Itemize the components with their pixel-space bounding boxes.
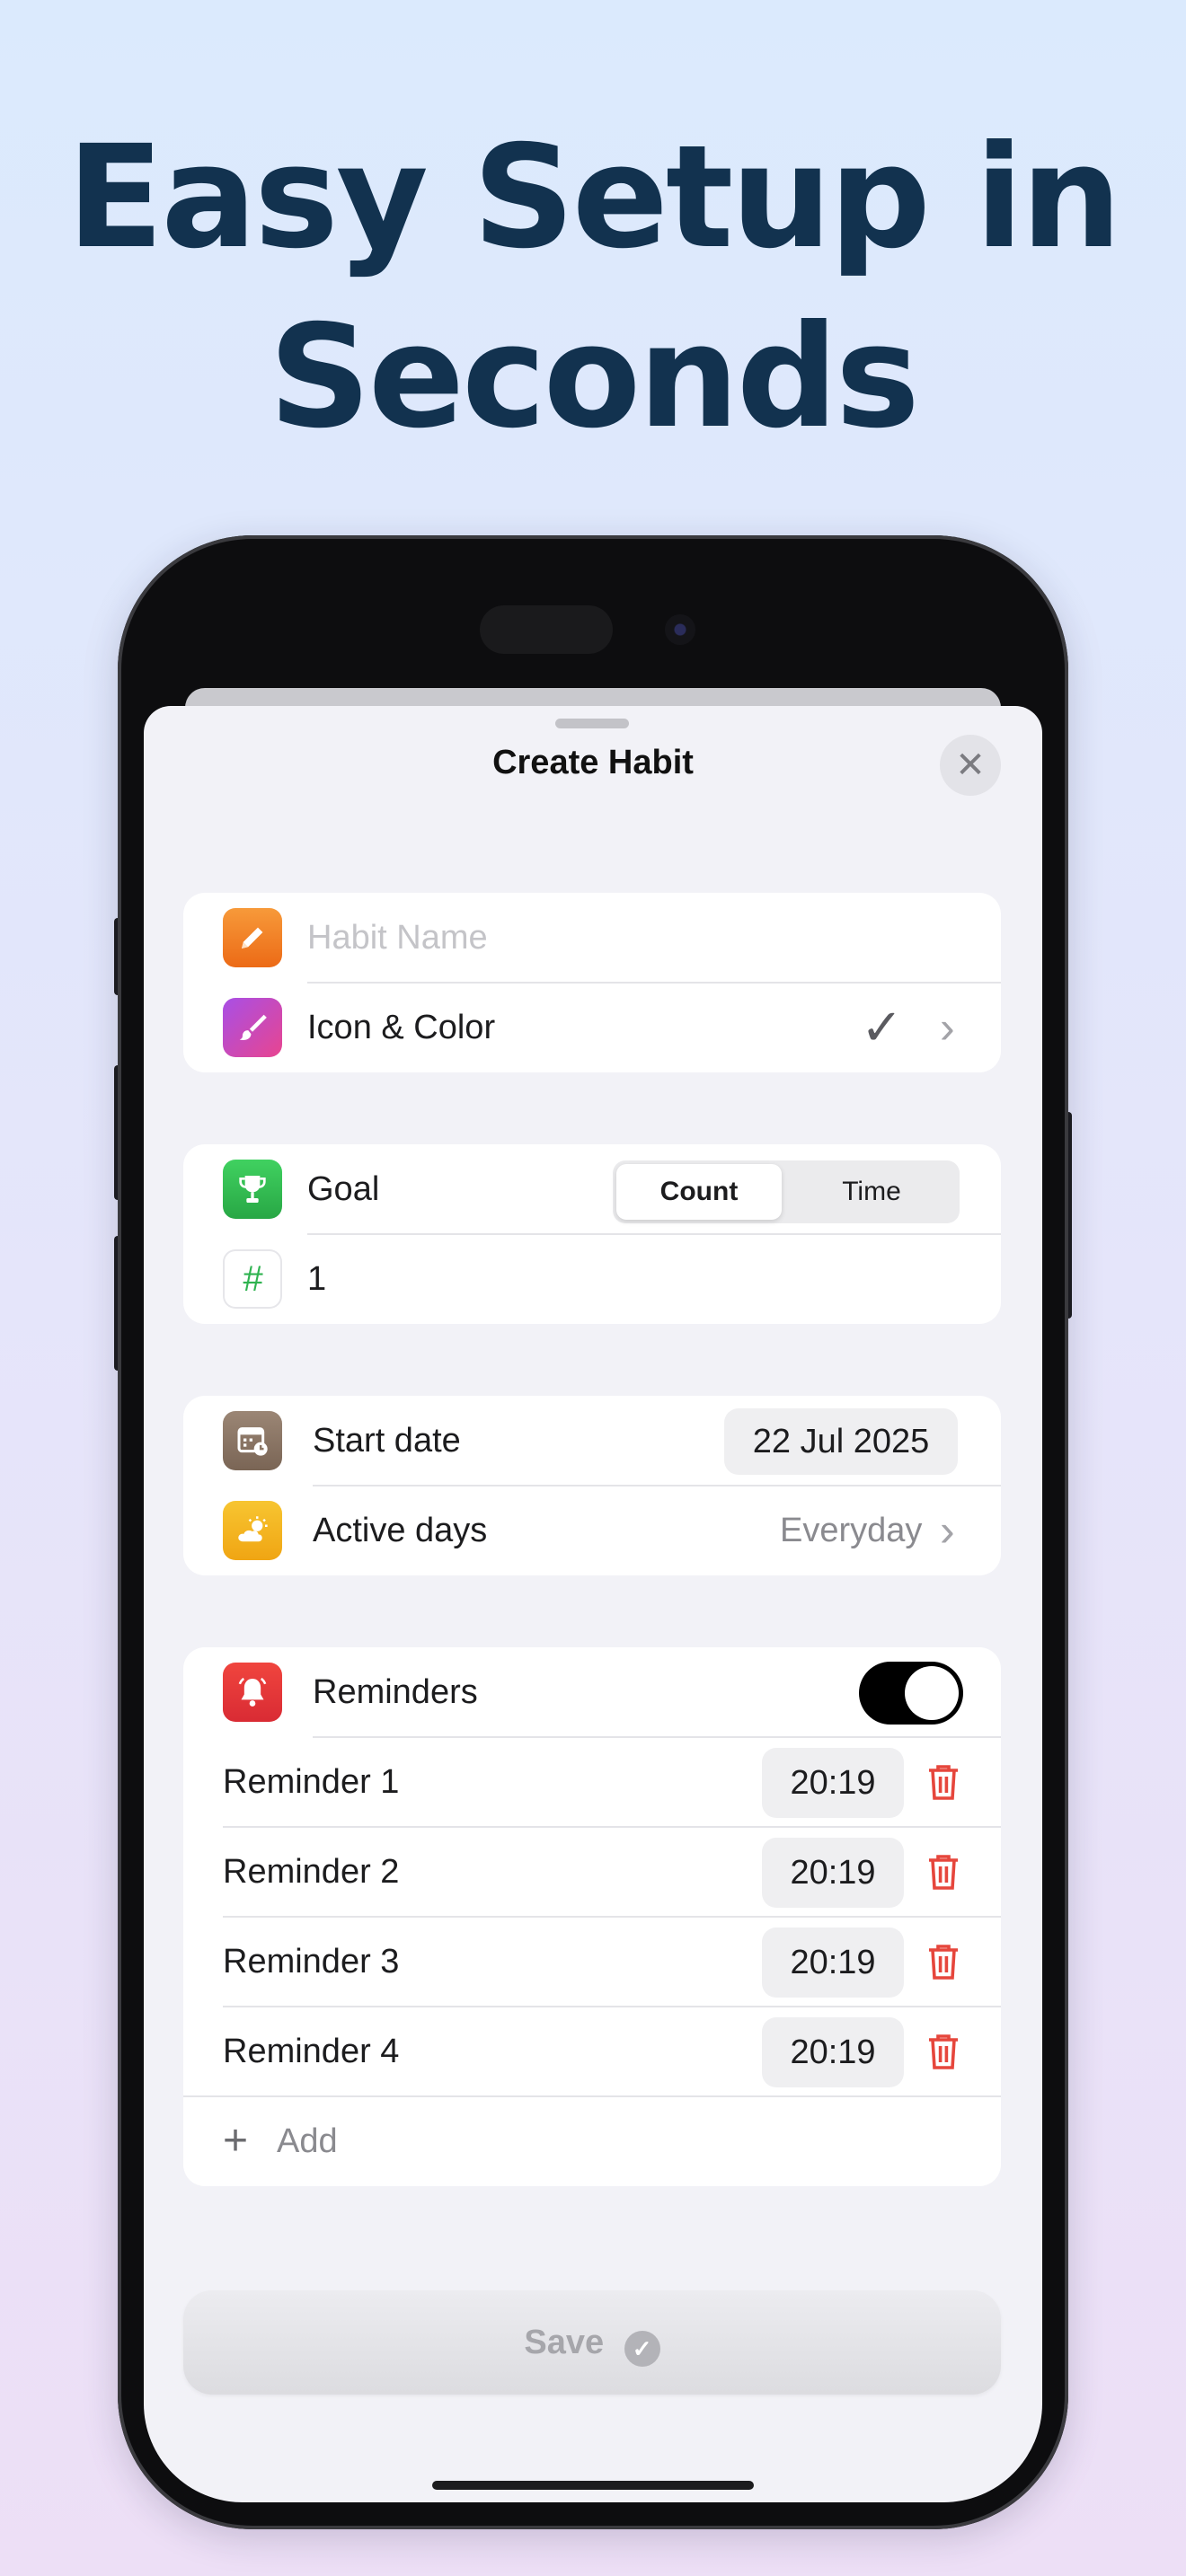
headline: Easy Setup in Seconds — [0, 108, 1186, 467]
calendar-clock-icon — [223, 1411, 282, 1470]
goal-label: Goal — [307, 1170, 380, 1208]
schedule-card: Start date 22 Jul 2025 Active days Every… — [183, 1396, 1001, 1575]
close-icon: ✕ — [955, 745, 986, 785]
plus-icon: + — [223, 2117, 249, 2165]
hash-icon: # — [223, 1249, 282, 1309]
start-date-label: Start date — [313, 1422, 461, 1460]
chevron-right-icon: › — [940, 1002, 955, 1053]
reminder-label: Reminder 3 — [223, 1943, 400, 1981]
reminder-row: Reminder 1 20:19 — [183, 1737, 1001, 1827]
reminder-label: Reminder 4 — [223, 2033, 400, 2070]
trash-icon[interactable] — [925, 1852, 961, 1892]
reminders-toggle[interactable] — [859, 1662, 963, 1725]
create-habit-sheet: Create Habit ✕ Habit Name Icon & Color ✓… — [144, 706, 1042, 2502]
reminder-time-picker[interactable]: 20:19 — [762, 1928, 904, 1998]
sheet-grabber[interactable] — [555, 719, 629, 728]
pencil-icon — [223, 908, 282, 967]
reminder-row: Reminder 2 20:19 — [183, 1827, 1001, 1917]
habit-name-row[interactable]: Habit Name — [183, 893, 1001, 983]
goal-value-row[interactable]: # 1 — [183, 1234, 1001, 1324]
reminder-label: Reminder 2 — [223, 1853, 400, 1891]
segment-count[interactable]: Count — [616, 1164, 782, 1220]
reminders-label: Reminders — [313, 1673, 478, 1711]
save-button[interactable]: Save ✓ — [183, 2290, 1001, 2395]
active-days-row[interactable]: Active days Everyday › — [183, 1486, 1001, 1575]
reminder-row: Reminder 4 20:19 — [183, 2007, 1001, 2096]
reminders-toggle-row: Reminders — [183, 1647, 1001, 1737]
home-indicator — [432, 2481, 754, 2490]
toggle-knob — [905, 1666, 959, 1720]
start-date-row: Start date 22 Jul 2025 — [183, 1396, 1001, 1486]
trash-icon[interactable] — [925, 1942, 961, 1981]
trash-icon[interactable] — [925, 2032, 961, 2071]
active-days-value: Everyday — [780, 1512, 923, 1549]
start-date-picker[interactable]: 22 Jul 2025 — [724, 1408, 958, 1475]
add-reminder-label: Add — [277, 2122, 338, 2160]
reminders-card: Reminders Reminder 1 20:19 Reminder 2 20… — [183, 1647, 1001, 2186]
reminder-time-picker[interactable]: 20:19 — [762, 2017, 904, 2087]
goal-row: Goal Count Time — [183, 1144, 1001, 1234]
goal-value-input[interactable]: 1 — [307, 1234, 326, 1324]
camera-lens — [665, 614, 695, 645]
reminder-label: Reminder 1 — [223, 1763, 400, 1801]
checkmark-icon: ✓ — [861, 999, 903, 1055]
headline-line-1: Easy Setup in — [66, 115, 1121, 280]
habit-name-input[interactable]: Habit Name — [307, 893, 488, 983]
save-button-content: Save ✓ — [183, 2290, 1001, 2395]
reminder-time-picker[interactable]: 20:19 — [762, 1838, 904, 1908]
close-button[interactable]: ✕ — [940, 735, 1001, 796]
goal-type-segmented-control: Count Time — [613, 1160, 960, 1223]
save-label: Save — [524, 2324, 605, 2361]
icon-color-label: Icon & Color — [307, 1009, 496, 1046]
active-days-label: Active days — [313, 1512, 488, 1549]
reminder-time-picker[interactable]: 20:19 — [762, 1748, 904, 1818]
sun-cloud-icon — [223, 1501, 282, 1560]
icon-color-row[interactable]: Icon & Color ✓ › — [183, 983, 1001, 1072]
dynamic-island — [480, 605, 613, 654]
reminder-row: Reminder 3 20:19 — [183, 1917, 1001, 2007]
brush-icon — [223, 998, 282, 1057]
headline-line-2: Seconds — [269, 295, 920, 460]
chevron-right-icon: › — [940, 1505, 955, 1556]
check-circle-icon: ✓ — [624, 2331, 660, 2367]
basics-card: Habit Name Icon & Color ✓ › — [183, 893, 1001, 1072]
bell-icon — [223, 1663, 282, 1722]
trophy-icon — [223, 1160, 282, 1219]
segment-time[interactable]: Time — [787, 1164, 956, 1220]
add-reminder-button[interactable]: + Add — [183, 2096, 1001, 2186]
sheet-title: Create Habit — [492, 744, 694, 781]
goal-card: Goal Count Time # 1 — [183, 1144, 1001, 1324]
trash-icon[interactable] — [925, 1762, 961, 1802]
